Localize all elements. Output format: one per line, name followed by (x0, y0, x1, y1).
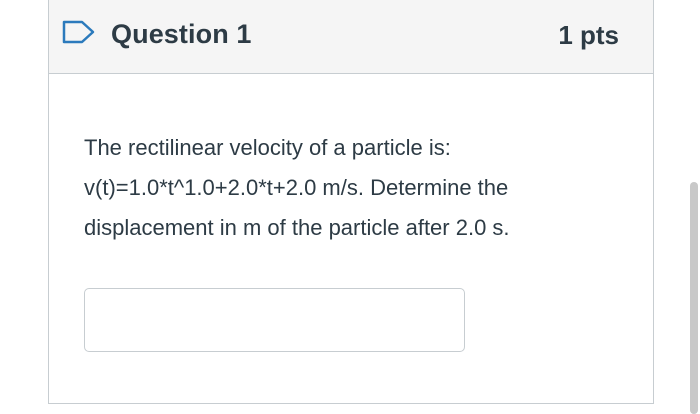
flag-outline-icon[interactable] (62, 20, 96, 44)
question-header: Question 1 1 pts (49, 0, 653, 74)
question-title: Question 1 (111, 19, 252, 49)
question-text: The rectilinear velocity of a particle i… (84, 135, 510, 240)
question-card: Question 1 1 pts The rectilinear velocit… (48, 0, 654, 404)
scrollbar-thumb[interactable] (690, 182, 698, 414)
answer-input[interactable] (84, 288, 465, 352)
question-points: 1 pts (558, 20, 619, 50)
